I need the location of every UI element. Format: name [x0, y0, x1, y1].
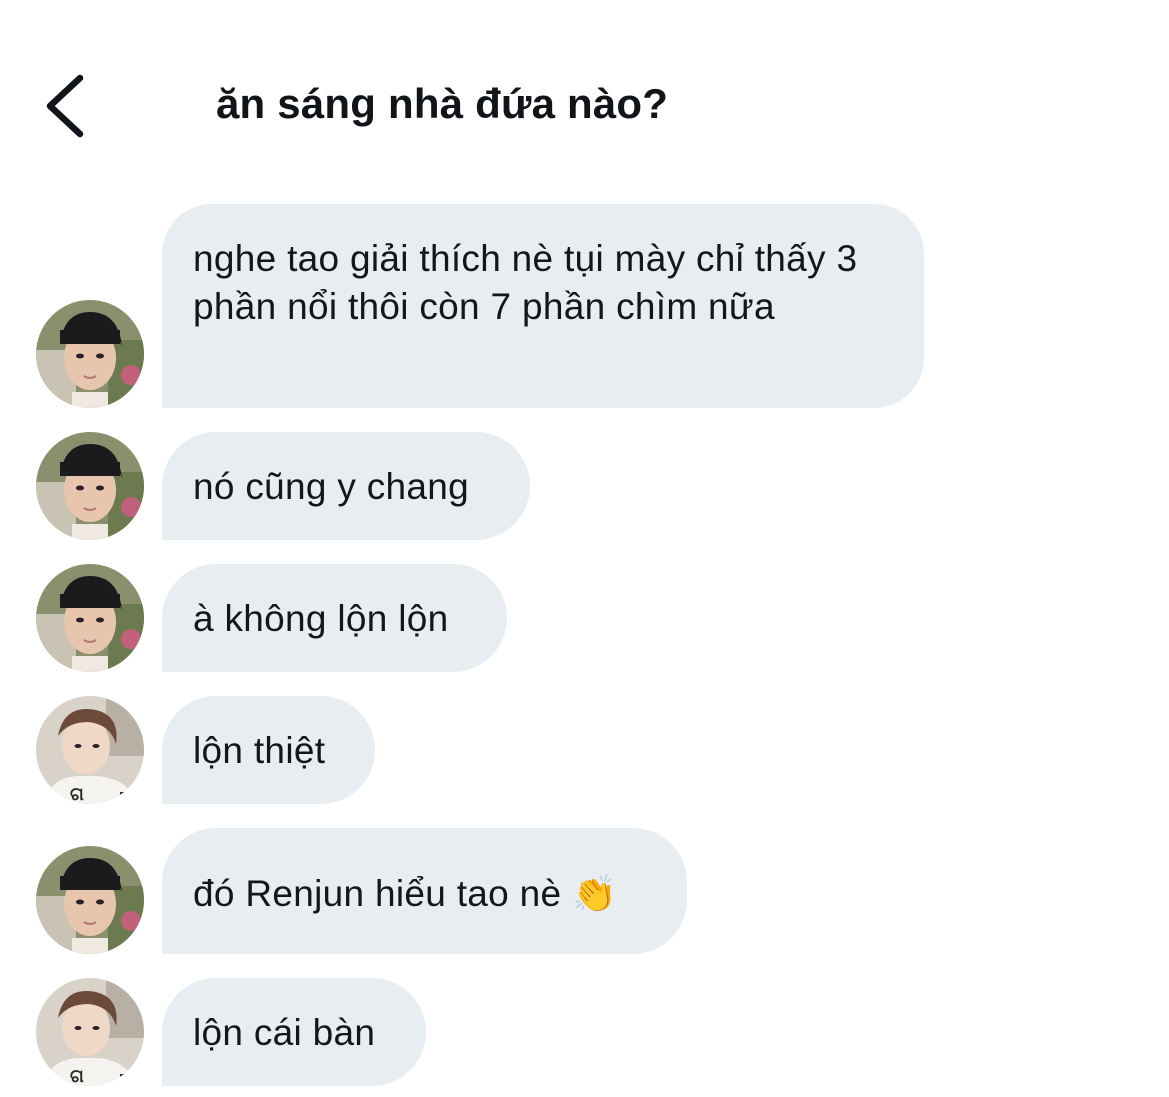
- message-text: lộn thiệt: [193, 730, 326, 771]
- message-text: nó cũng y chang: [193, 466, 470, 507]
- message-bubble[interactable]: nghe tao giải thích nè tụi mày chỉ thấy …: [162, 204, 924, 408]
- avatar-image: ଗ: [36, 978, 144, 1086]
- avatar-image: [36, 300, 144, 408]
- chevron-left-icon: [46, 74, 84, 138]
- message-bubble[interactable]: đó Renjun hiểu tao nè 👏: [162, 828, 687, 954]
- chat-title: ăn sáng nhà đứa nào?: [216, 80, 669, 127]
- avatar-image: [36, 564, 144, 672]
- svg-text:ଗ: ଗ: [70, 1066, 84, 1086]
- clapping-hands-icon: 👏: [571, 873, 618, 914]
- avatar-image: [36, 432, 144, 540]
- avatar[interactable]: [36, 432, 144, 540]
- message-bubble[interactable]: nó cũng y chang: [162, 432, 530, 540]
- avatar[interactable]: [36, 300, 144, 408]
- message-bubble[interactable]: à không lộn lộn: [162, 564, 507, 672]
- back-button[interactable]: [36, 70, 100, 142]
- avatar[interactable]: ଗ: [36, 978, 144, 1086]
- avatar[interactable]: [36, 846, 144, 954]
- avatar[interactable]: [36, 564, 144, 672]
- message-text: đó Renjun hiểu tao nè: [193, 873, 562, 914]
- avatar-image: ଗ: [36, 696, 144, 804]
- message-bubble[interactable]: lộn thiệt: [162, 696, 375, 804]
- svg-text:ଗ: ଗ: [70, 784, 84, 804]
- message-text: lộn cái bàn: [193, 1012, 376, 1053]
- avatar-image: [36, 846, 144, 954]
- message-text: nghe tao giải thích nè tụi mày chỉ thấy …: [193, 238, 858, 327]
- avatar[interactable]: ଗ: [36, 696, 144, 804]
- message-text: à không lộn lộn: [193, 598, 449, 639]
- message-bubble[interactable]: lộn cái bàn: [162, 978, 426, 1086]
- chat-header: ăn sáng nhà đứa nào?: [0, 0, 1169, 180]
